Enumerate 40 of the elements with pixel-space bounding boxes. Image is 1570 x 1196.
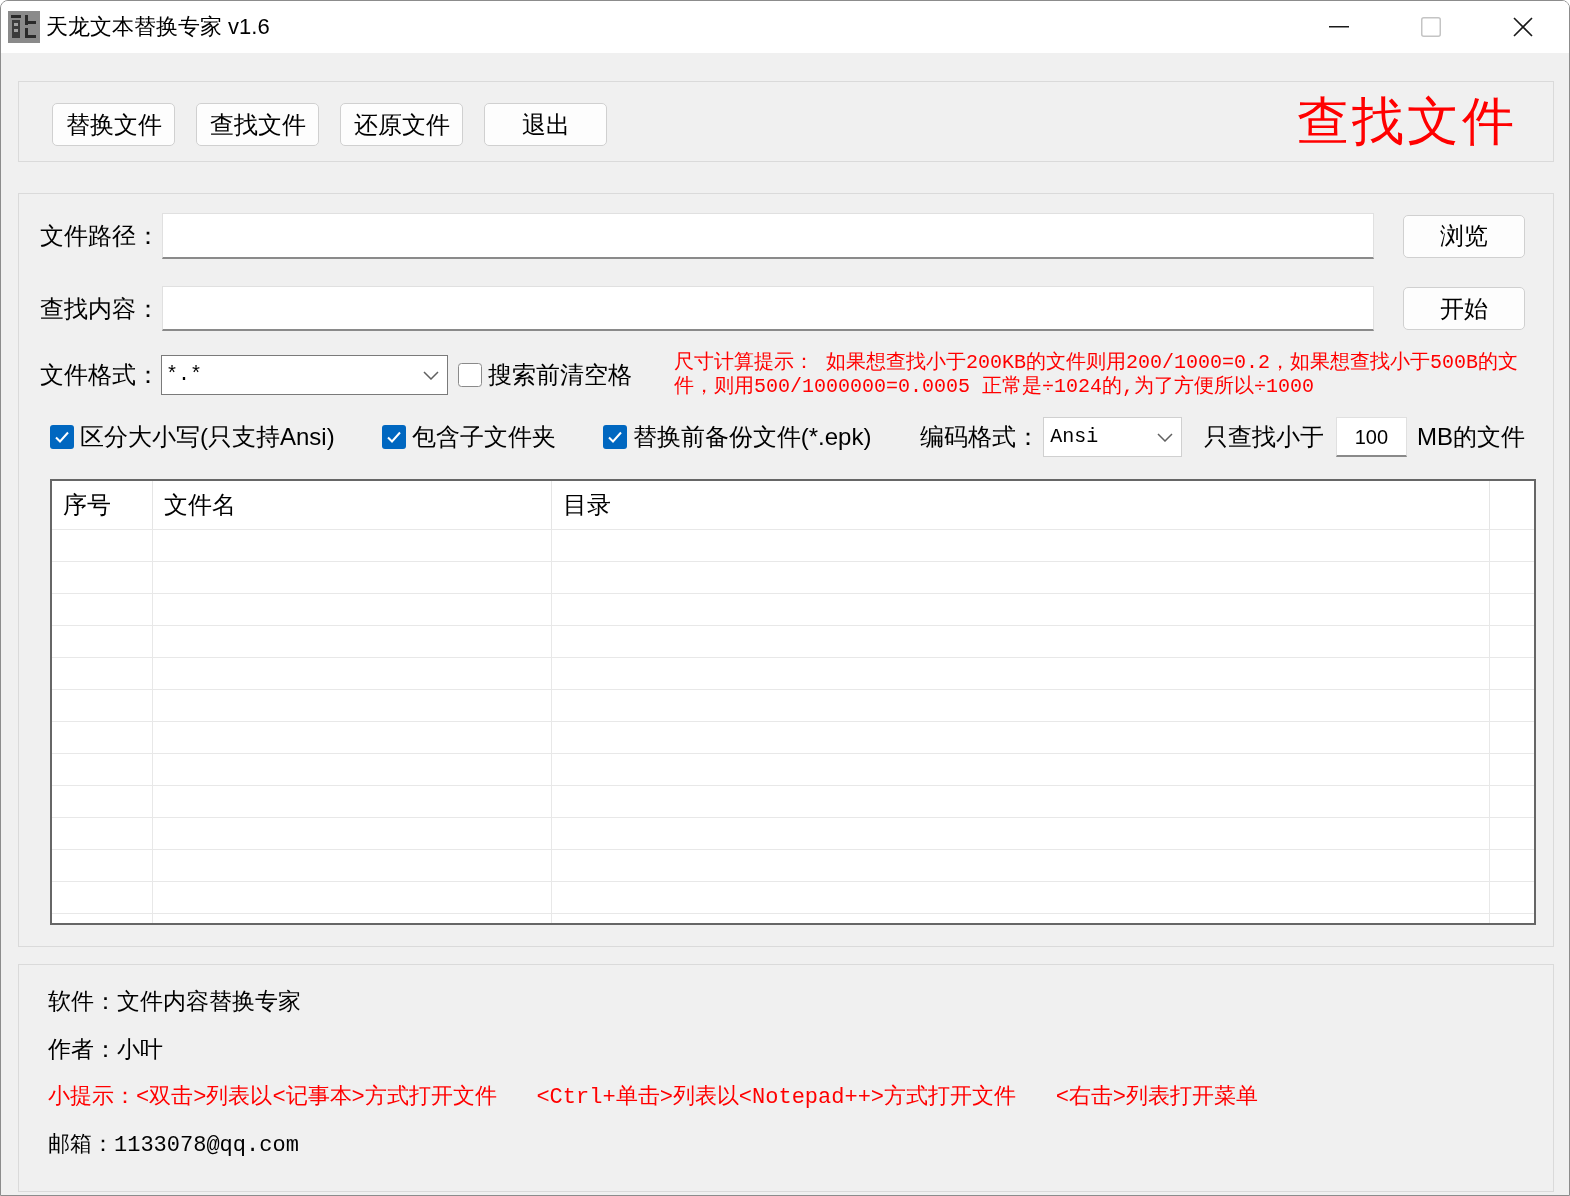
browse-button[interactable]: 浏览: [1403, 214, 1525, 258]
checkbox[interactable]: [602, 425, 627, 449]
field-label: 编码格式：: [920, 422, 1041, 452]
unit-label: MB的文件: [1417, 422, 1525, 452]
checkbox[interactable]: [458, 363, 482, 387]
encoding-dropdown[interactable]: Ansi: [1043, 417, 1182, 457]
start-button[interactable]: 开始: [1403, 287, 1525, 330]
info-text: 邮箱：1133078@qq.com: [48, 1131, 299, 1160]
toolbar-button[interactable]: 查找文件: [196, 103, 319, 146]
minimize-icon: [1329, 26, 1349, 28]
app-icon: [8, 11, 40, 43]
toolbar-button[interactable]: 还原文件: [340, 103, 463, 146]
field-label: 只查找小于: [1203, 422, 1324, 452]
window-title: 天龙文本替换专家 v1.6: [46, 16, 270, 38]
chevron-down-icon: [1156, 432, 1173, 442]
checkbox[interactable]: [50, 425, 74, 449]
checkbox-label: 区分大小写(只支持Ansi): [80, 422, 335, 452]
size-limit-input[interactable]: 100: [1335, 417, 1407, 457]
toolbar-button[interactable]: 退出: [484, 103, 607, 146]
field-label: 文件格式：: [40, 360, 161, 390]
field-label: 文件路径：: [40, 221, 161, 251]
info-text: 作者：小叶: [48, 1034, 163, 1064]
format-dropdown[interactable]: *.*: [161, 355, 448, 395]
column-header[interactable]: 序号: [52, 481, 153, 529]
toolbar-button[interactable]: 替换文件: [52, 103, 175, 146]
path-input[interactable]: [162, 213, 1374, 259]
close-icon: [1513, 17, 1533, 37]
checkbox-label: 替换前备份文件(*.epk): [632, 422, 872, 452]
tip-text: 小提示：<双击>列表以<记事本>方式打开文件 <Ctrl+单击>列表以<Notepad++>方式打开文件 <右击>列表打开菜单: [48, 1083, 1259, 1112]
column-header[interactable]: 文件名: [153, 481, 552, 529]
chevron-down-icon: [423, 370, 439, 380]
info-text: 软件：文件内容替换专家: [48, 986, 301, 1016]
mode-title: 查找文件: [1297, 95, 1517, 148]
size-hint-text: 尺寸计算提示： 如果想查找小于200KB的文件则用200/1000=0.2，如果想查找小于500B的文件，则用500/1000000=0.0005 正常是÷1024的,为了方便所以÷1000: [674, 351, 1519, 399]
search-input[interactable]: [162, 286, 1374, 331]
field-label: 查找内容：: [40, 293, 161, 324]
checkbox[interactable]: [382, 425, 407, 449]
column-header[interactable]: 目录: [552, 481, 1490, 529]
checkbox-label: 搜索前清空格: [488, 360, 632, 390]
checkbox-label: 包含子文件夹: [412, 422, 557, 452]
